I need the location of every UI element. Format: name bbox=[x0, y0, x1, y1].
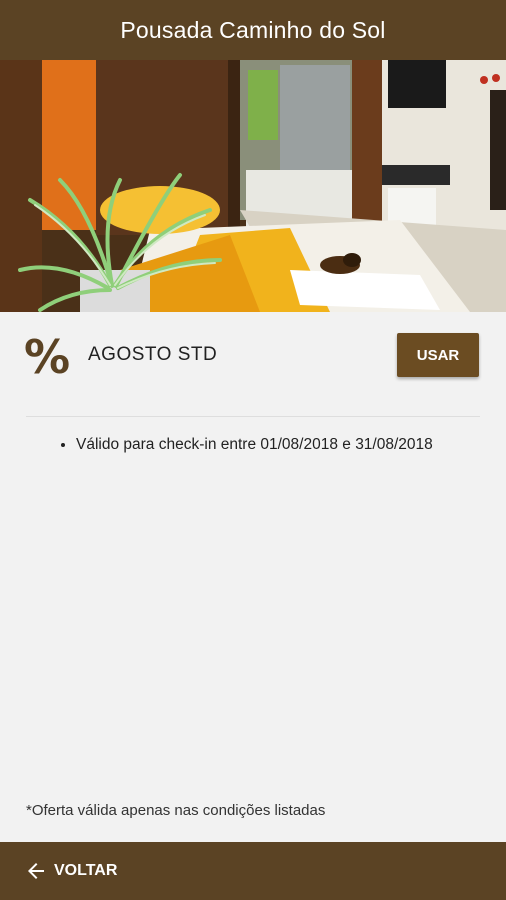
arrow-left-icon bbox=[28, 863, 44, 879]
back-button[interactable]: VOLTAR bbox=[24, 851, 117, 891]
bottom-bar: VOLTAR bbox=[0, 842, 506, 900]
divider bbox=[26, 416, 480, 417]
percent-icon: % bbox=[24, 330, 71, 384]
app-header: Pousada Caminho do Sol bbox=[0, 0, 506, 60]
offer-name: AGOSTO STD bbox=[88, 344, 218, 365]
back-label: VOLTAR bbox=[54, 862, 118, 879]
use-button[interactable]: USAR bbox=[397, 333, 479, 377]
footnote: *Oferta válida apenas nas condições list… bbox=[26, 802, 326, 819]
offer-row: % AGOSTO STD USAR bbox=[0, 312, 506, 402]
conditions-list: Válido para check-in entre 01/08/2018 e … bbox=[58, 436, 498, 454]
list-item: Válido para check-in entre 01/08/2018 e … bbox=[76, 436, 498, 454]
room-photo bbox=[0, 60, 506, 312]
page-title: Pousada Caminho do Sol bbox=[120, 16, 386, 43]
